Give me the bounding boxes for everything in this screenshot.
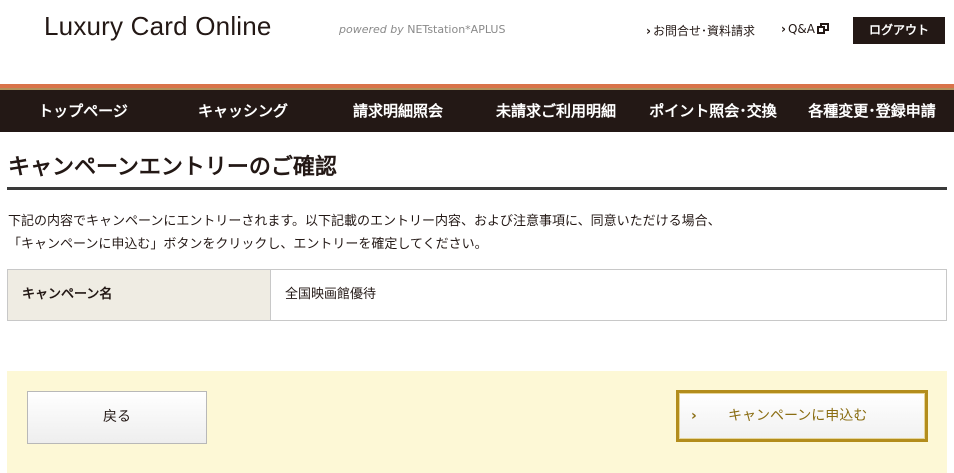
nav-item-cashing[interactable]: キャッシング	[166, 90, 320, 132]
site-header: Luxury Card Online powered by NETstation…	[0, 0, 954, 60]
intro-line-1: 下記の内容でキャンペーンにエントリーされます。以下記載のエントリー内容、および注…	[8, 214, 721, 229]
global-nav: トップページ キャッシング 請求明細照会 未請求ご利用明細 ポイント照会･交換 …	[0, 90, 954, 132]
page-title: キャンペーンエントリーのご確認	[8, 155, 337, 180]
external-window-icon	[816, 23, 829, 34]
nav-item-top[interactable]: トップページ	[0, 90, 166, 132]
intro-text: 下記の内容でキャンペーンにエントリーされます。以下記載のエントリー内容、および注…	[8, 210, 721, 256]
chevron-right-icon: ›	[646, 24, 651, 38]
powered-by-prefix: powered by	[339, 23, 404, 36]
intro-line-2: 「キャンペーンに申込む」ボタンをクリックし、エントリーを確定してください。	[8, 237, 488, 252]
back-button[interactable]: 戻る	[27, 391, 207, 444]
campaign-name-header: キャンペーン名	[8, 270, 271, 320]
action-area: 戻る › キャンペーンに申込む	[7, 371, 947, 473]
chevron-right-icon: ›	[781, 22, 786, 36]
campaign-name-value: 全国映画館優待	[285, 287, 377, 302]
powered-by-name: NETstation*APLUS	[407, 23, 506, 36]
site-logo[interactable]: Luxury Card Online	[44, 11, 272, 42]
nav-item-unbilled[interactable]: 未請求ご利用明細	[476, 90, 636, 132]
apply-campaign-button[interactable]: › キャンペーンに申込む	[676, 390, 928, 442]
powered-by: powered by NETstation*APLUS	[339, 23, 505, 36]
campaign-info-table: キャンペーン名 全国映画館優待	[7, 269, 947, 321]
nav-item-points[interactable]: ポイント照会･交換	[636, 90, 790, 132]
qa-link-label: Q&A	[787, 22, 815, 36]
apply-campaign-label: キャンペーンに申込む	[728, 408, 868, 424]
inquiry-link[interactable]: › お問合せ･資料請求	[646, 22, 755, 39]
nav-item-settings[interactable]: 各種変更･登録申請	[790, 90, 954, 132]
qa-link[interactable]: › Q&A	[781, 22, 829, 36]
logout-button[interactable]: ログアウト	[853, 17, 945, 44]
title-divider	[7, 187, 947, 190]
nav-item-statement[interactable]: 請求明細照会	[320, 90, 476, 132]
inquiry-link-label: お問合せ･資料請求	[652, 24, 755, 38]
chevron-right-icon: ›	[691, 408, 697, 424]
